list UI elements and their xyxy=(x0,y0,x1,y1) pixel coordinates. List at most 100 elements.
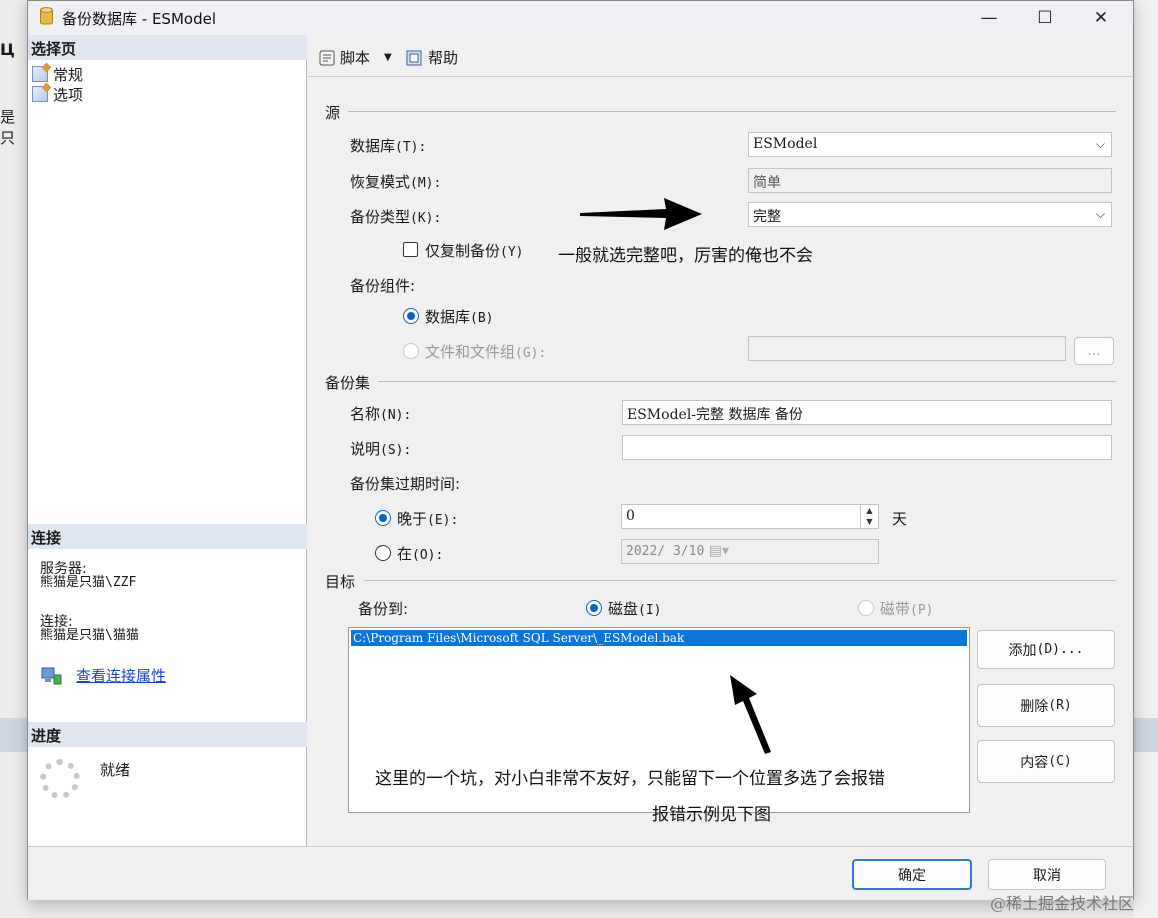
expire-days-value: 0 xyxy=(626,508,635,524)
page-item-label: 常规 xyxy=(53,66,84,84)
section-divider xyxy=(364,580,1116,581)
contents-button[interactable]: 内容 (C) xyxy=(977,740,1115,783)
background-window-left: Ц 是只 xyxy=(0,0,28,918)
annotation-arrow-right-icon xyxy=(580,198,702,230)
chevron-down-icon: ⌵ xyxy=(1095,207,1105,221)
backup-component-label: 备份组件: xyxy=(350,277,416,295)
annotation-note-backup-type: 一般就选完整吧，厉害的俺也不会 xyxy=(558,246,813,266)
connection-properties-icon xyxy=(41,667,62,685)
help-icon xyxy=(406,50,422,65)
minimize-button[interactable]: — xyxy=(961,1,1017,34)
backup-type-select[interactable]: 完整 ⌵ xyxy=(748,202,1112,227)
component-database-radio[interactable] xyxy=(403,308,419,324)
connection-info: 连接: 熊猫是只猫\猫猫 xyxy=(40,615,139,643)
expire-date-picker[interactable]: 2022/ 3/10 ▤▾ xyxy=(621,539,879,564)
help-label: 帮助 xyxy=(428,49,459,67)
filegroup-field[interactable] xyxy=(748,336,1066,361)
page-icon xyxy=(32,66,48,82)
progress-spinner-icon xyxy=(40,759,80,799)
component-files-radio[interactable] xyxy=(403,343,419,359)
expire-after-radio[interactable] xyxy=(375,510,391,526)
annotation-note-see-below: 报错示例见下图 xyxy=(652,805,771,825)
section-divider xyxy=(348,111,1116,112)
expire-on-label: 在(O): xyxy=(397,545,444,563)
backup-type-value: 完整 xyxy=(753,209,781,225)
expire-date-value: 2022/ 3/10 xyxy=(626,544,705,559)
connection-header: 连接 xyxy=(28,524,307,549)
add-destination-button[interactable]: 添加 (D)... xyxy=(977,630,1115,669)
page-item-options[interactable]: 选项 xyxy=(32,84,83,105)
database-select[interactable]: ESModel ⌵ xyxy=(748,132,1112,157)
backup-name-input[interactable]: ESModel-完整 数据库 备份 xyxy=(622,400,1112,425)
expiration-label: 备份集过期时间: xyxy=(350,475,461,493)
filegroup-browse-button[interactable]: ... xyxy=(1074,337,1114,365)
close-button[interactable]: ✕ xyxy=(1073,1,1129,34)
maximize-button[interactable]: ☐ xyxy=(1017,1,1073,34)
destination-section-title: 目标 xyxy=(325,573,356,591)
days-unit-label: 天 xyxy=(892,510,908,528)
chevron-down-icon: ⌵ xyxy=(1095,137,1105,151)
script-label: 脚本 xyxy=(340,49,371,67)
name-label: 名称(N): xyxy=(350,405,412,423)
days-stepper[interactable]: ▲ ▼ xyxy=(860,505,878,528)
copy-only-label: 仅复制备份(Y) xyxy=(425,242,524,260)
disk-label: 磁盘(I) xyxy=(608,600,662,618)
database-value: ESModel xyxy=(753,136,818,152)
backup-to-label: 备份到: xyxy=(358,600,409,618)
progress-header: 进度 xyxy=(28,722,307,747)
database-icon xyxy=(40,7,53,25)
section-divider xyxy=(378,381,1116,382)
maximize-icon: ☐ xyxy=(1037,7,1053,28)
description-input[interactable] xyxy=(622,435,1112,460)
database-label: 数据库(T): xyxy=(350,137,427,155)
recovery-model-field: 简单 xyxy=(748,168,1112,193)
expire-on-radio[interactable] xyxy=(375,545,391,561)
backup-type-label: 备份类型(K): xyxy=(350,208,442,226)
component-database-label: 数据库(B) xyxy=(425,308,494,326)
chevron-down-icon[interactable]: ▼ xyxy=(384,52,392,63)
background-bar xyxy=(1134,718,1158,752)
annotation-note-destination: 这里的一个坑，对小白非常不友好，只能留下一个位置多选了会报错 xyxy=(375,769,885,789)
cancel-button[interactable]: 取消 xyxy=(988,859,1106,890)
source-section-title: 源 xyxy=(325,104,341,122)
right-pane: 脚本 ▼ 帮助 源 数据库(T): ESModel ⌵ 恢复模式(M): 简单 xyxy=(308,35,1133,846)
general-page-content: 源 数据库(T): ESModel ⌵ 恢复模式(M): 简单 备份类型(K):… xyxy=(308,78,1133,846)
ok-button[interactable]: 确定 xyxy=(852,859,972,890)
window-title: 备份数据库 - ESModel xyxy=(62,10,216,28)
description-label: 说明(S): xyxy=(350,440,412,458)
component-files-label: 文件和文件组(G): xyxy=(425,343,547,361)
background-bar xyxy=(0,718,28,752)
close-icon: ✕ xyxy=(1093,7,1109,28)
expire-days-input[interactable]: 0 ▲ ▼ xyxy=(621,504,879,529)
minimize-icon: — xyxy=(980,7,998,28)
page-item-label: 选项 xyxy=(53,86,84,104)
recovery-model-label: 恢复模式(M): xyxy=(350,173,442,191)
page-icon xyxy=(32,86,48,102)
script-button[interactable]: 脚本 ▼ xyxy=(318,47,392,68)
background-window-right xyxy=(1134,0,1158,918)
connection-label: 连接: xyxy=(40,614,73,630)
background-text: Ц xyxy=(0,40,15,59)
view-connection-properties-link[interactable]: 查看连接属性 xyxy=(76,665,166,686)
progress-status: 就绪 xyxy=(100,761,131,779)
dialog-footer: 确定 取消 xyxy=(28,846,1133,900)
toolbar: 脚本 ▼ 帮助 xyxy=(308,35,1133,77)
left-pane: 选择页 常规 选项 连接 服务器: 熊猫是只猫\ZZF 连接: 熊猫是只猫\猫猫… xyxy=(28,35,307,846)
script-icon xyxy=(319,50,335,65)
server-info: 服务器: 熊猫是只猫\ZZF xyxy=(40,562,136,590)
list-item[interactable]: C:\Program Files\Microsoft SQL Server\_E… xyxy=(351,630,967,646)
page-item-general[interactable]: 常规 xyxy=(32,64,83,85)
watermark-text: @稀土掘金技术社区 xyxy=(990,894,1135,913)
tape-radio[interactable] xyxy=(858,600,874,616)
remove-destination-button[interactable]: 删除 (R) xyxy=(977,684,1115,727)
copy-only-checkbox[interactable] xyxy=(403,242,418,257)
backup-set-section-title: 备份集 xyxy=(325,374,371,392)
calendar-icon: ▤▾ xyxy=(708,543,729,559)
server-label: 服务器: xyxy=(40,561,87,577)
select-page-header: 选择页 xyxy=(28,35,307,60)
disk-radio[interactable] xyxy=(586,600,602,616)
tape-label: 磁带(P) xyxy=(880,600,934,618)
stepper-down-icon[interactable]: ▼ xyxy=(861,516,878,527)
stepper-up-icon[interactable]: ▲ xyxy=(861,505,878,516)
help-button[interactable]: 帮助 xyxy=(406,47,458,68)
